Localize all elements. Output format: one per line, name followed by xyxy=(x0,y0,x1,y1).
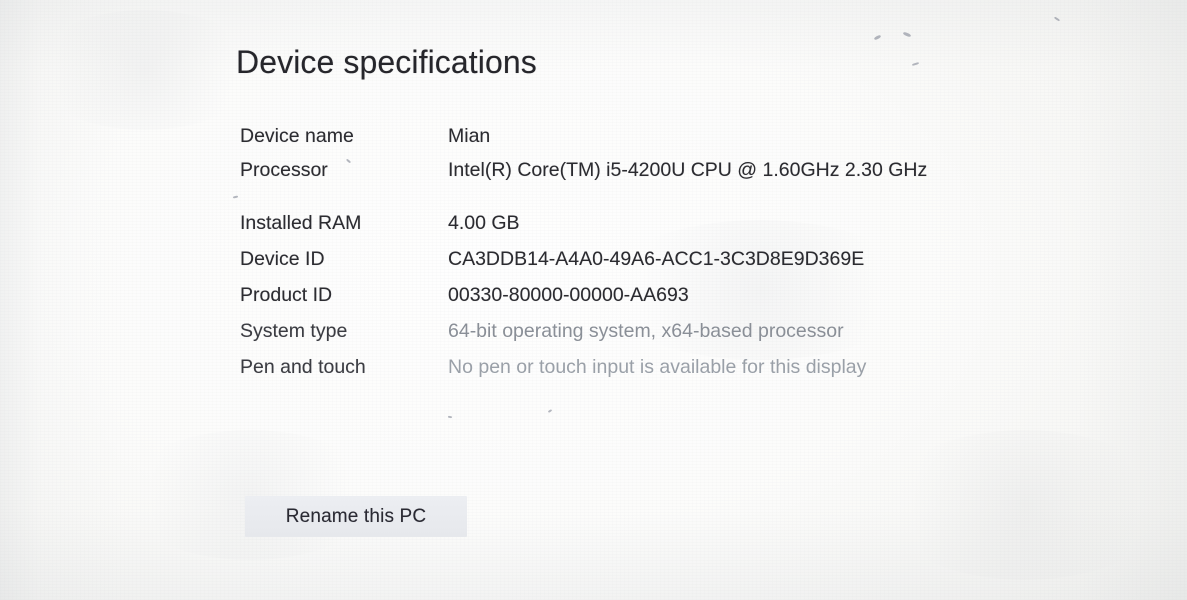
spec-label-processor: Processor xyxy=(240,159,328,181)
spec-value-device-name: Mian xyxy=(448,125,491,147)
spec-label-system-type: System type xyxy=(240,320,348,342)
spec-value-device-id: CA3DDB14-A4A0-49A6-ACC1-3C3D8E9D369E xyxy=(448,248,865,270)
device-specifications-list: Device name Mian Processor Intel(R) Core… xyxy=(240,123,1040,390)
spec-row-installed-ram: Installed RAM 4.00 GB xyxy=(240,210,1040,237)
rename-this-pc-button[interactable]: Rename this PC xyxy=(245,496,467,537)
spec-row-product-id: Product ID 00330-80000-00000-AA693 xyxy=(240,282,1040,309)
spec-row-system-type: System type 64-bit operating system, x64… xyxy=(240,318,1040,345)
device-specifications-page: Device specifications Device name Mian P… xyxy=(0,0,1187,600)
spec-label-device-id: Device ID xyxy=(240,248,325,270)
spec-row-pen-and-touch: Pen and touch No pen or touch input is a… xyxy=(240,354,1040,381)
spec-label-device-name: Device name xyxy=(240,125,354,147)
spec-row-processor: Processor Intel(R) Core(TM) i5-4200U CPU… xyxy=(240,157,1040,184)
spec-value-pen-and-touch: No pen or touch input is available for t… xyxy=(448,356,867,378)
spec-value-installed-ram: 4.00 GB xyxy=(448,212,520,234)
spec-value-processor: Intel(R) Core(TM) i5-4200U CPU @ 1.60GHz… xyxy=(448,159,928,181)
spec-value-product-id: 00330-80000-00000-AA693 xyxy=(448,284,689,306)
spec-value-system-type: 64-bit operating system, x64-based proce… xyxy=(448,320,844,342)
spec-label-product-id: Product ID xyxy=(240,284,333,306)
spec-label-pen-and-touch: Pen and touch xyxy=(240,356,366,378)
spec-label-installed-ram: Installed RAM xyxy=(240,212,362,234)
spec-row-device-name: Device name Mian xyxy=(240,123,1040,150)
page-title: Device specifications xyxy=(236,44,537,80)
spec-row-device-id: Device ID CA3DDB14-A4A0-49A6-ACC1-3C3D8E… xyxy=(240,246,1040,273)
